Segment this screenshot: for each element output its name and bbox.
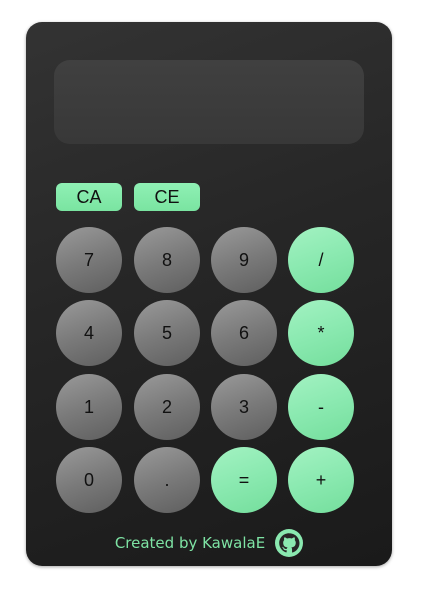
clear-entry-button[interactable]: CE — [134, 183, 200, 211]
key-0[interactable]: 0 — [56, 447, 122, 513]
key-subtract[interactable]: - — [288, 374, 354, 440]
key-7[interactable]: 7 — [56, 227, 122, 293]
calculator-display — [54, 60, 364, 144]
footer-credit: Created by KawalaE — [114, 534, 266, 552]
key-1[interactable]: 1 — [56, 374, 122, 440]
key-4[interactable]: 4 — [56, 300, 122, 366]
key-divide[interactable]: / — [288, 227, 354, 293]
github-icon[interactable] — [275, 529, 304, 557]
key-add[interactable]: + — [288, 447, 354, 513]
key-5[interactable]: 5 — [134, 300, 200, 366]
key-9[interactable]: 9 — [211, 227, 277, 293]
key-2[interactable]: 2 — [134, 374, 200, 440]
key-decimal[interactable]: . — [134, 447, 200, 513]
calculator: CA CE 7 8 9 / 4 5 6 * 1 2 3 - 0 . = + Cr… — [26, 22, 392, 566]
key-multiply[interactable]: * — [288, 300, 354, 366]
clear-all-button[interactable]: CA — [56, 183, 122, 211]
key-8[interactable]: 8 — [134, 227, 200, 293]
key-3[interactable]: 3 — [211, 374, 277, 440]
footer: Created by KawalaE — [26, 529, 392, 557]
key-6[interactable]: 6 — [211, 300, 277, 366]
key-equals[interactable]: = — [211, 447, 277, 513]
